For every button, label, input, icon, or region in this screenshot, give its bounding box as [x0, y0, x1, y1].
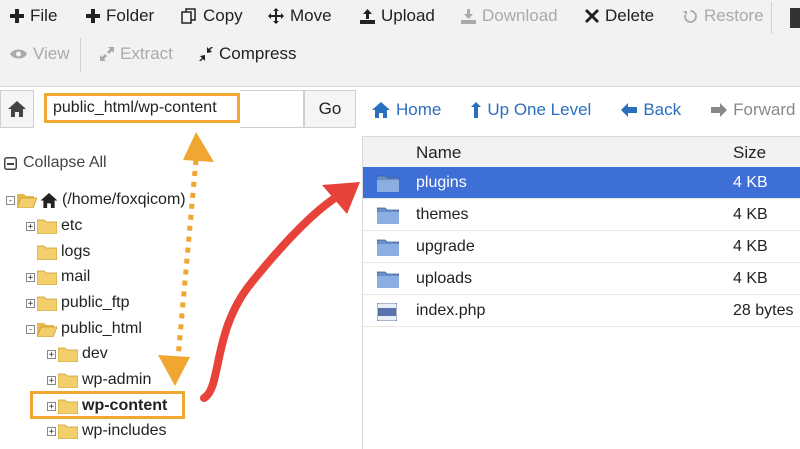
compress-button[interactable]: Compress	[199, 44, 296, 64]
home-path-button[interactable]	[0, 90, 34, 128]
home-link[interactable]: Home	[372, 100, 441, 120]
current-folder-highlight	[30, 391, 185, 419]
folder-open-icon	[37, 322, 57, 337]
collapse-icon	[4, 156, 17, 170]
back-link[interactable]: Back	[621, 100, 681, 120]
expand-toggle[interactable]: +	[47, 349, 56, 359]
toolbar-divider	[771, 2, 772, 34]
arrow-right-icon	[711, 103, 728, 117]
tree-item[interactable]: + mail	[26, 266, 90, 288]
arrow-left-icon	[621, 103, 638, 117]
home-icon	[40, 192, 58, 208]
eye-icon	[10, 49, 27, 59]
tree-root[interactable]: - (/home/foxqicom)	[6, 189, 186, 211]
tree-item[interactable]: + public_ftp	[26, 292, 130, 314]
listing-header: Name Size	[363, 137, 800, 167]
home-icon	[372, 102, 390, 118]
folder-open-icon	[17, 193, 37, 208]
restore-icon	[683, 9, 697, 23]
file-row[interactable]: index.php 28 bytes	[363, 295, 800, 327]
overflow-button-edge[interactable]	[790, 8, 800, 28]
file-row[interactable]: themes 4 KB	[363, 199, 800, 231]
upload-button[interactable]: Upload	[360, 6, 435, 26]
level-up-icon	[471, 102, 482, 118]
copy-icon	[181, 8, 196, 24]
collapse-toggle[interactable]: -	[26, 324, 35, 334]
folder-icon	[377, 239, 399, 256]
tree-item[interactable]: logs	[37, 241, 90, 263]
folder-icon	[377, 207, 399, 224]
up-one-level-link[interactable]: Up One Level	[471, 100, 591, 120]
move-button[interactable]: Move	[268, 6, 332, 26]
folder-icon	[58, 373, 78, 388]
folder-icon	[37, 270, 57, 285]
plus-icon	[10, 9, 24, 23]
extract-button[interactable]: Extract	[100, 44, 173, 64]
toolbar-divider	[80, 38, 81, 72]
tree-item[interactable]: - public_html	[26, 318, 142, 340]
restore-button[interactable]: Restore	[683, 6, 764, 26]
download-button[interactable]: Download	[461, 6, 558, 26]
path-bar: Go	[0, 90, 356, 128]
download-icon	[461, 8, 476, 24]
folder-icon	[37, 245, 57, 260]
folder-icon	[377, 175, 399, 192]
compress-icon	[199, 47, 213, 61]
tree-item[interactable]: + etc	[26, 215, 82, 237]
folder-icon	[58, 424, 78, 439]
path-input-extension[interactable]	[240, 90, 304, 128]
php-file-icon	[377, 303, 397, 321]
copy-button[interactable]: Copy	[181, 6, 243, 26]
move-arrows-icon	[268, 8, 284, 24]
expand-icon	[100, 47, 114, 61]
tree-item[interactable]: + dev	[47, 343, 108, 365]
file-listing: Name Size plugins 4 KB themes 4 KB upgra…	[362, 136, 800, 449]
tree-item[interactable]: + wp-includes	[47, 420, 166, 442]
upload-icon	[360, 8, 375, 24]
file-row[interactable]: upgrade 4 KB	[363, 231, 800, 263]
expand-toggle[interactable]: +	[26, 298, 35, 308]
navigation-bar: Home Up One Level Back Forward	[372, 96, 800, 124]
folder-icon	[37, 296, 57, 311]
home-icon	[8, 101, 26, 117]
new-file-button[interactable]: File	[10, 6, 57, 26]
file-row[interactable]: uploads 4 KB	[363, 263, 800, 295]
view-button[interactable]: View	[10, 44, 70, 64]
expand-toggle[interactable]: +	[47, 426, 56, 436]
path-input[interactable]	[44, 93, 240, 123]
name-column-header[interactable]: Name	[416, 143, 461, 163]
expand-toggle[interactable]: +	[26, 221, 35, 231]
plus-icon	[86, 9, 100, 23]
expand-toggle[interactable]: +	[26, 272, 35, 282]
delete-button[interactable]: Delete	[585, 6, 654, 26]
collapse-toggle[interactable]: -	[6, 195, 15, 205]
tree-item[interactable]: + wp-admin	[47, 369, 151, 391]
expand-toggle[interactable]: +	[47, 375, 56, 385]
file-row[interactable]: plugins 4 KB	[363, 167, 800, 199]
folder-icon	[37, 219, 57, 234]
toolbar: File Folder Copy Move Upload Download De…	[0, 0, 800, 87]
size-column-header[interactable]: Size	[733, 143, 766, 163]
folder-icon	[377, 271, 399, 288]
forward-link[interactable]: Forward	[711, 100, 795, 120]
folder-icon	[58, 347, 78, 362]
go-button[interactable]: Go	[304, 90, 356, 128]
close-icon	[585, 9, 599, 23]
new-folder-button[interactable]: Folder	[86, 6, 154, 26]
collapse-all-link[interactable]: Collapse All	[4, 154, 107, 172]
